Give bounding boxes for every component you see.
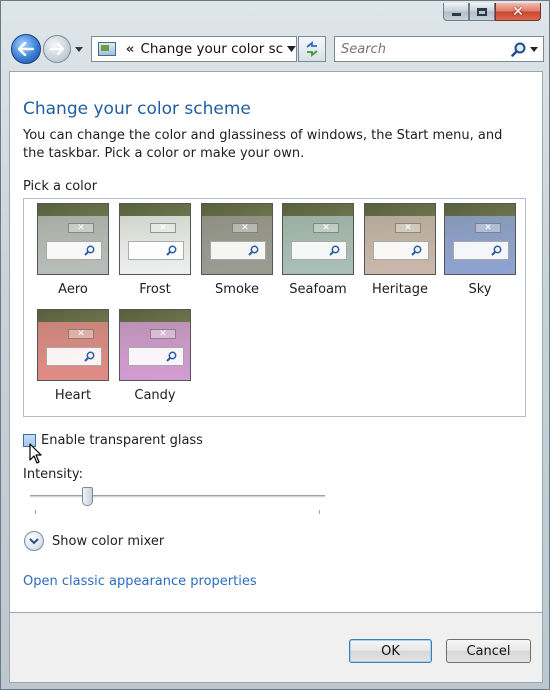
intensity-label: Intensity: (23, 467, 84, 482)
search-box[interactable] (334, 36, 544, 62)
minimize-icon (451, 13, 461, 16)
magnifier-icon (84, 245, 95, 256)
intensity-slider[interactable] (30, 487, 335, 516)
preview-search-box (128, 241, 184, 260)
back-button[interactable] (11, 34, 41, 64)
color-name: Heritage (371, 282, 429, 297)
transparency-label[interactable]: Enable transparent glass (41, 433, 203, 448)
page-description: You can change the color and glassiness … (23, 128, 503, 161)
color-swatch-heart[interactable]: ✕ Heart (35, 309, 111, 409)
maximize-icon (477, 7, 487, 16)
slider-tick (35, 510, 36, 514)
chevron-down-icon[interactable] (530, 46, 538, 52)
color-name: Aero (58, 282, 88, 297)
forward-button[interactable] (43, 35, 71, 63)
color-swatch-candy[interactable]: ✕ Candy (117, 309, 193, 409)
preview-search-box (128, 347, 184, 366)
page-title: Change your color scheme (23, 99, 251, 119)
magnifier-icon (166, 351, 177, 362)
preview-search-box (210, 241, 266, 260)
preview-search-box (46, 347, 102, 366)
minimize-button[interactable] (443, 3, 469, 21)
magnifier-icon (84, 351, 95, 362)
close-icon: ✕ (512, 3, 524, 20)
color-swatch-aero[interactable]: ✕ Aero (35, 203, 111, 303)
content-panel: Change your color scheme You can change … (9, 71, 543, 613)
maximize-button[interactable] (469, 3, 495, 21)
magnifier-icon[interactable] (511, 42, 526, 57)
magnifier-icon (329, 245, 340, 256)
window: ✕ « Change your color scl Search Change … (0, 0, 550, 690)
color-preview: ✕ (119, 203, 191, 275)
color-swatch-frost[interactable]: ✕ Frost (117, 203, 193, 303)
preview-close-icon: ✕ (68, 223, 94, 233)
cancel-button[interactable]: Cancel (446, 639, 531, 663)
color-name: Sky (468, 282, 492, 297)
refresh-button[interactable] (298, 36, 326, 62)
magnifier-icon (411, 245, 422, 256)
refresh-icon (306, 41, 318, 57)
magnifier-icon (491, 245, 502, 256)
magnifier-icon (166, 245, 177, 256)
preview-search-box (291, 241, 347, 260)
color-swatch-sky[interactable]: ✕ Sky (442, 203, 518, 303)
forward-arrow-icon (50, 43, 64, 55)
preview-search-box (373, 241, 429, 260)
slider-tick (319, 510, 320, 514)
preview-close-icon: ✕ (150, 223, 176, 233)
color-preview: ✕ (37, 203, 109, 275)
pick-color-label: Pick a color (23, 179, 98, 194)
breadcrumb-overflow[interactable]: « (126, 41, 135, 57)
color-preview: ✕ (201, 203, 273, 275)
preview-close-icon: ✕ (150, 329, 176, 339)
color-preview: ✕ (444, 203, 516, 275)
breadcrumb[interactable]: Change your color scl (140, 41, 283, 57)
search-input[interactable] (341, 41, 501, 57)
color-preview: ✕ (37, 309, 109, 381)
color-preview: ✕ (364, 203, 436, 275)
color-preview: ✕ (282, 203, 354, 275)
chevron-down-icon (75, 46, 83, 52)
preview-close-icon: ✕ (232, 223, 258, 233)
close-button[interactable]: ✕ (495, 3, 541, 21)
preview-search-box (453, 241, 509, 260)
color-swatch-smoke[interactable]: ✕ Smoke (199, 203, 275, 303)
color-name: Heart (54, 388, 92, 403)
color-name: Candy (134, 388, 176, 403)
slider-track[interactable] (30, 495, 325, 498)
color-mixer-toggle[interactable]: Show color mixer (24, 531, 164, 551)
preview-search-box (46, 241, 102, 260)
preview-close-icon: ✕ (68, 329, 94, 339)
caption-buttons: ✕ (443, 3, 541, 21)
color-swatch-seafoam[interactable]: ✕ Seafoam (280, 203, 356, 303)
back-arrow-icon (18, 42, 34, 56)
preview-close-icon: ✕ (313, 223, 339, 233)
recent-pages-dropdown[interactable] (74, 45, 84, 53)
control-panel-icon (98, 42, 116, 56)
color-name: Smoke (215, 282, 259, 297)
color-name: Frost (139, 282, 171, 297)
transparency-option[interactable]: Enable transparent glass (23, 433, 203, 448)
mouse-pointer-icon (29, 443, 42, 464)
chevron-down-icon (29, 537, 39, 544)
address-bar[interactable]: « Change your color scl (91, 36, 297, 62)
preview-close-icon: ✕ (475, 223, 501, 233)
preview-close-icon: ✕ (395, 223, 421, 233)
color-scheme-list: ✕ Aero ✕ Frost ✕ Smoke ✕ Seafoam ✕ Herit… (23, 198, 526, 417)
chevron-down-icon[interactable] (287, 46, 297, 52)
color-preview: ✕ (119, 309, 191, 381)
color-name: Seafoam (289, 282, 347, 297)
color-mixer-label[interactable]: Show color mixer (52, 534, 164, 549)
slider-thumb[interactable] (82, 487, 93, 506)
expand-button[interactable] (24, 531, 44, 551)
dialog-footer: OK Cancel (9, 613, 543, 683)
magnifier-icon (248, 245, 259, 256)
color-swatch-heritage[interactable]: ✕ Heritage (362, 203, 438, 303)
ok-button[interactable]: OK (349, 639, 432, 663)
classic-appearance-link[interactable]: Open classic appearance properties (23, 574, 257, 589)
